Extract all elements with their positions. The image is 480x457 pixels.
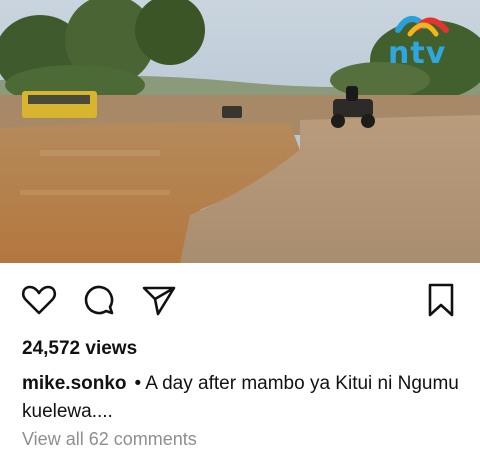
heart-icon[interactable] xyxy=(19,280,59,320)
view-comments-link[interactable]: View all 62 comments xyxy=(22,429,197,450)
view-count: 24,572 views xyxy=(22,338,138,359)
post-caption: mike.sonko • A day after mambo ya Kitui ni… xyxy=(22,370,462,426)
post-video[interactable]: ntv xyxy=(0,0,480,263)
post-actions xyxy=(0,278,480,322)
send-icon[interactable] xyxy=(139,280,179,320)
watermark-text: ntv xyxy=(388,36,447,71)
comment-icon[interactable] xyxy=(79,280,119,320)
caption-username[interactable]: mike.sonko xyxy=(22,373,127,394)
bookmark-icon[interactable] xyxy=(421,280,461,320)
caption-separator: • xyxy=(134,373,142,394)
